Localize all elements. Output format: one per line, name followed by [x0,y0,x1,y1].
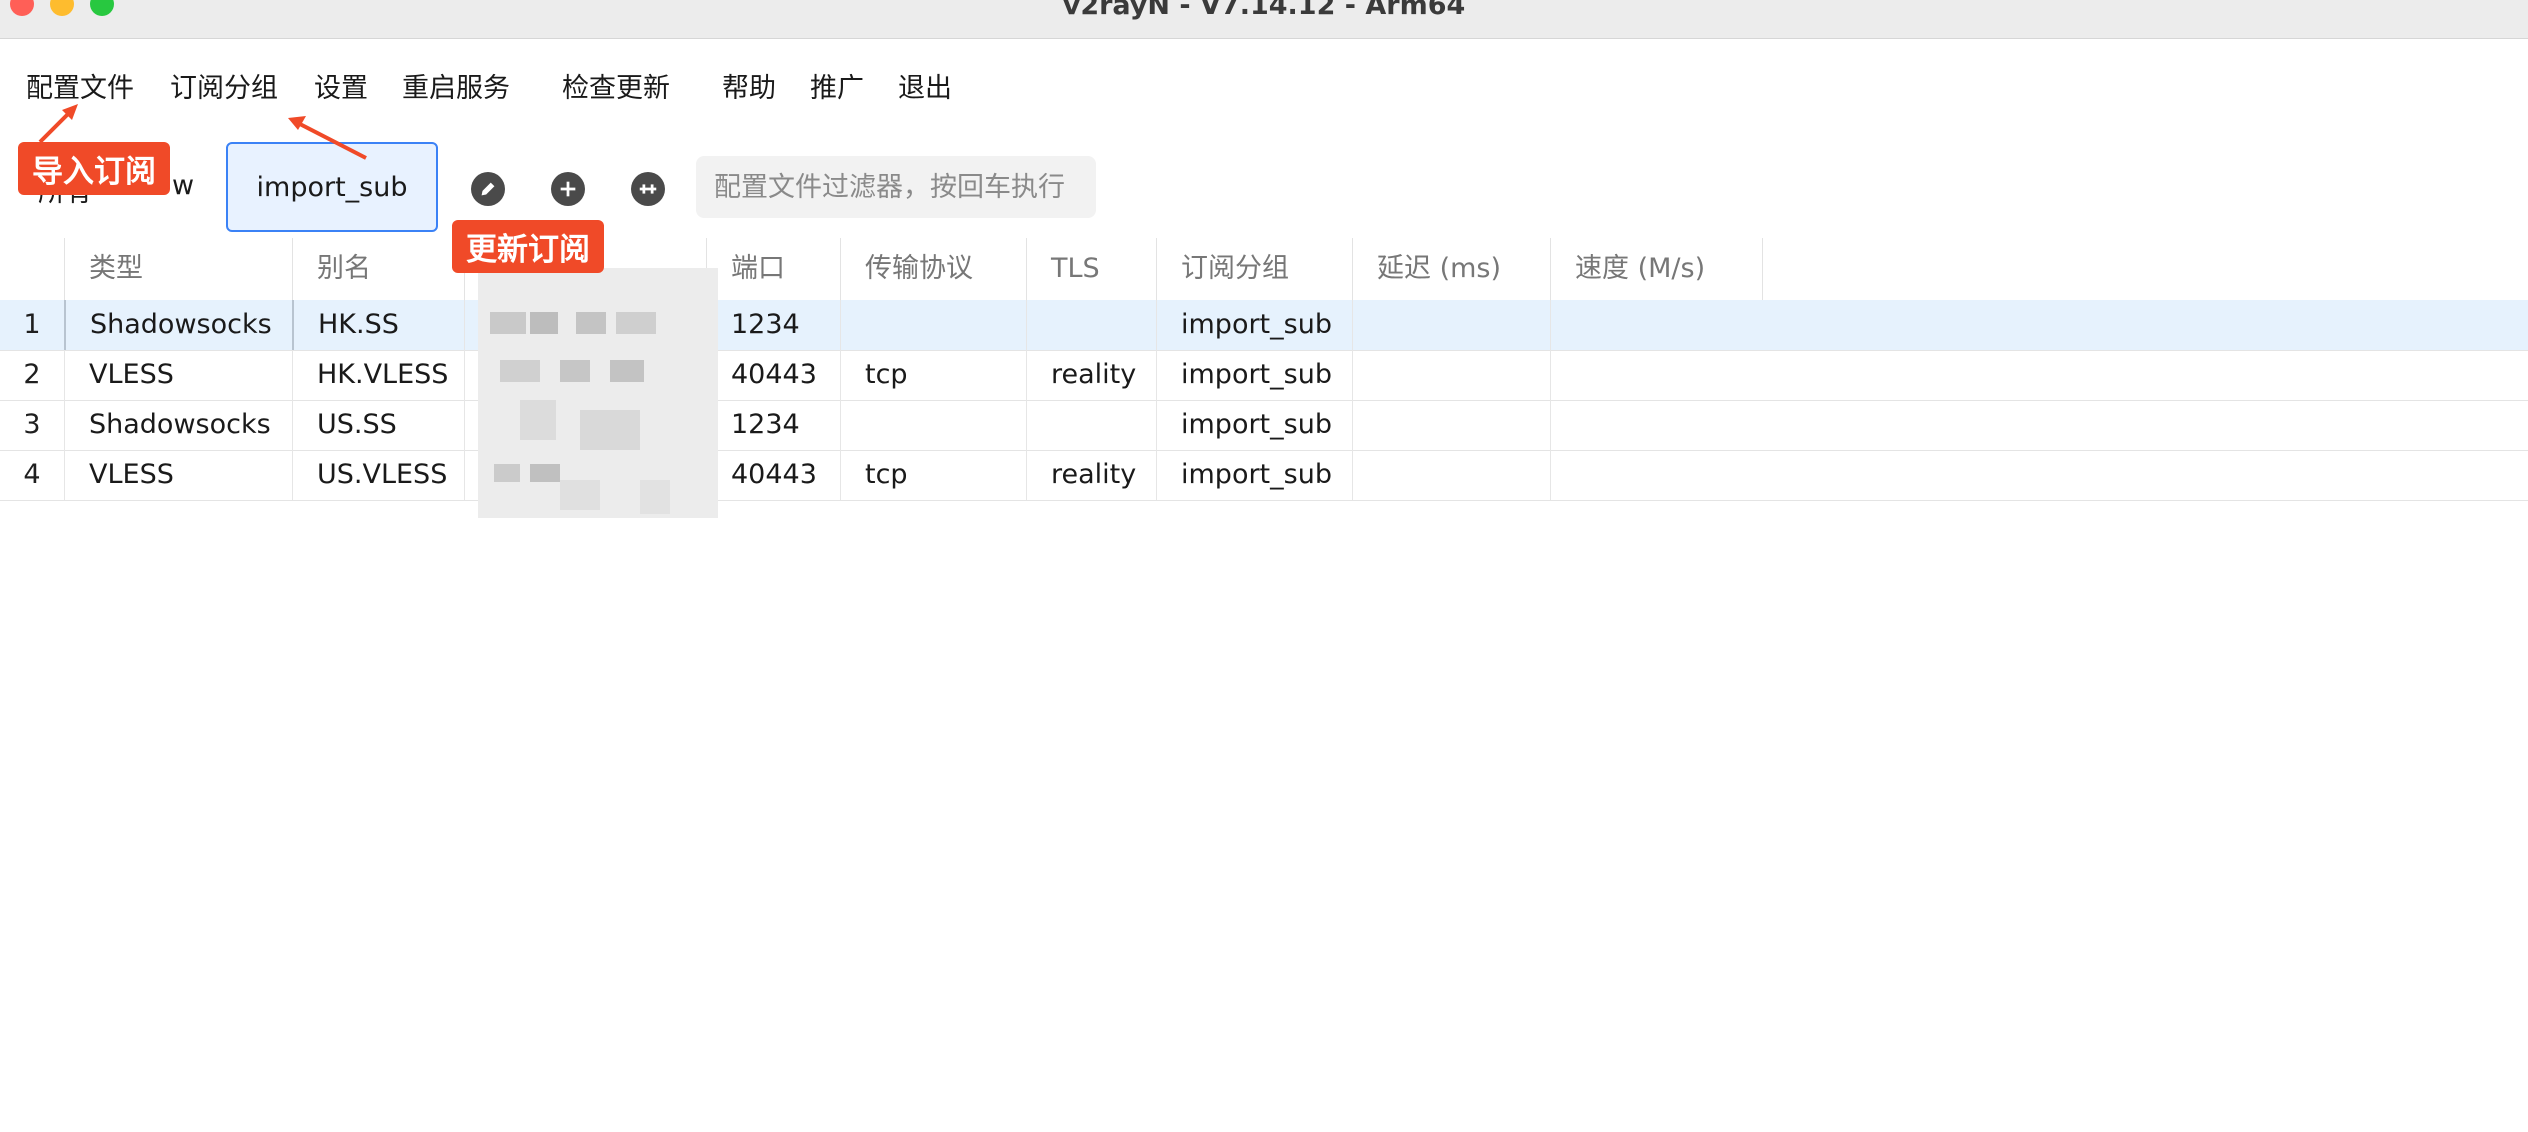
row-number: 2 [23,359,41,390]
plus-icon [560,181,576,197]
table-row[interactable]: 3 Shadowsocks US.SS 1234 import_sub [0,400,2528,451]
row-number: 4 [23,459,41,490]
col-speed[interactable]: 速度 (M/s) [1550,238,1762,300]
cell-type: VLESS [64,350,292,400]
cell-transport [840,300,1026,350]
cell-latency [1352,300,1550,350]
cell-tls [1026,400,1156,450]
pencil-icon [481,182,495,196]
col-port[interactable]: 端口 [706,238,840,300]
cell-group: import_sub [1156,300,1352,350]
cell-port: 1234 [706,400,840,450]
table-header: 类型 别名 地址 端口 传输协议 TLS 订阅分组 延迟 (ms) 速度 (M/… [0,238,2528,300]
title-bar: v2rayN - V7.14.12 - Arm64 [0,0,2528,39]
cell-tls: reality [1026,450,1156,500]
menu-help[interactable]: 帮助 [722,66,776,105]
col-type[interactable]: 类型 [64,238,292,300]
cell-latency [1352,450,1550,500]
table-row[interactable]: 2 VLESS HK.VLESS 40443 tcp reality impor… [0,350,2528,401]
table-row[interactable]: 4 VLESS US.VLESS 40443 tcp reality impor… [0,450,2528,501]
cell-speed [1550,300,1762,350]
edit-subscription-button[interactable] [471,172,505,206]
cell-transport: tcp [840,450,1026,500]
col-tls[interactable]: TLS [1026,238,1156,300]
cell-group: import_sub [1156,450,1352,500]
row-number: 3 [23,409,41,440]
cell-speed [1550,400,1762,450]
cell-type: Shadowsocks [64,300,292,350]
import-subscription-callout: 导入订阅 [18,142,170,195]
profile-filter-input[interactable] [696,156,1096,218]
more-options-button[interactable] [631,172,665,206]
cell-type: VLESS [64,450,292,500]
col-transport[interactable]: 传输协议 [840,238,1026,300]
cell-group: import_sub [1156,400,1352,450]
cell-port: 40443 [706,450,840,500]
col-alias[interactable]: 别名 [292,238,464,300]
cell-alias: US.VLESS [292,450,464,500]
row-number: 1 [23,309,41,340]
tab-import-sub[interactable]: import_sub [226,142,438,232]
cell-alias: US.SS [292,400,464,450]
tab-w[interactable]: w [172,170,194,201]
cell-alias: HK.VLESS [292,350,464,400]
menu-promotion[interactable]: 推广 [810,66,864,105]
cell-type: Shadowsocks [64,400,292,450]
cell-port: 1234 [706,300,840,350]
cell-tls: reality [1026,350,1156,400]
menu-restart-service[interactable]: 重启服务 [402,66,510,105]
more-icon [639,184,657,194]
cell-group: import_sub [1156,350,1352,400]
window-title: v2rayN - V7.14.12 - Arm64 [1062,0,1466,21]
cell-latency [1352,350,1550,400]
col-subscription-group[interactable]: 订阅分组 [1156,238,1352,300]
menu-settings[interactable]: 设置 [314,66,368,105]
cell-transport [840,400,1026,450]
table-row[interactable]: 1 Shadowsocks HK.SS 1234 import_sub [0,300,2528,351]
menu-subscription-group[interactable]: 订阅分组 [170,66,278,105]
col-latency[interactable]: 延迟 (ms) [1352,238,1550,300]
menu-exit[interactable]: 退出 [898,66,952,105]
cell-tls [1026,300,1156,350]
cell-port: 40443 [706,350,840,400]
cell-latency [1352,400,1550,450]
add-subscription-button[interactable] [551,172,585,206]
cell-transport: tcp [840,350,1026,400]
menu-check-update[interactable]: 检查更新 [562,66,670,105]
cell-alias: HK.SS [292,300,464,350]
cell-speed [1550,450,1762,500]
menu-profiles[interactable]: 配置文件 [26,66,134,105]
cell-speed [1550,350,1762,400]
col-empty [1762,238,2528,300]
update-subscription-callout: 更新订阅 [452,220,604,273]
